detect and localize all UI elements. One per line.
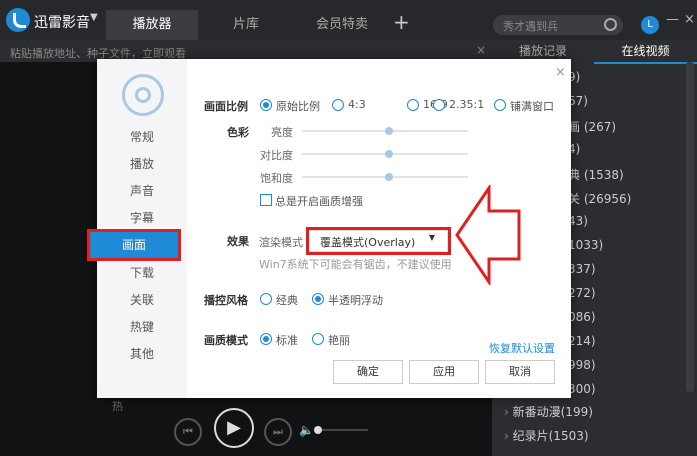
- aspect-4-3-label[interactable]: 4:3: [348, 98, 366, 111]
- search-input[interactable]: 秀才遇到兵: [493, 15, 623, 35]
- aspect-16-9-radio[interactable]: [407, 99, 419, 111]
- quality-standard-label[interactable]: 标准: [276, 332, 298, 348]
- add-tab-button[interactable]: +: [393, 10, 410, 34]
- quality-standard-radio[interactable]: [260, 333, 272, 345]
- list-item[interactable]: 998): [568, 358, 596, 372]
- tab-player[interactable]: 播放器: [106, 10, 198, 40]
- search-icon[interactable]: [604, 18, 617, 31]
- sidebar-item-other[interactable]: 其他: [97, 341, 187, 367]
- search-placeholder: 秀才遇到兵: [503, 20, 558, 33]
- list-item[interactable]: 画 (267): [568, 118, 616, 135]
- render-mode-hint: Win7系统下可能会有锯齿，不建议使用: [259, 258, 452, 271]
- app-name[interactable]: 迅雷影音: [34, 12, 90, 32]
- control-floating-radio[interactable]: [312, 293, 324, 305]
- close-window-icon[interactable]: ×: [684, 12, 695, 27]
- apply-button[interactable]: 应用: [409, 360, 479, 384]
- truncated-label: 热: [112, 400, 123, 413]
- control-style-label: 播控风格: [204, 294, 248, 307]
- list-item[interactable]: 1033): [568, 238, 603, 252]
- brightness-knob[interactable]: [385, 127, 393, 135]
- gear-icon: [122, 74, 164, 116]
- aspect-fill-radio[interactable]: [494, 99, 506, 111]
- previous-icon[interactable]: ⏮: [174, 418, 202, 446]
- clock-icon[interactable]: L: [641, 16, 659, 34]
- list-item[interactable]: 086): [568, 310, 596, 324]
- list-item[interactable]: › 新番动漫(199): [504, 403, 593, 420]
- tab-online-video[interactable]: 在线视频: [594, 40, 697, 64]
- list-item[interactable]: 272): [568, 286, 596, 300]
- render-mode-select[interactable]: 覆盖模式(Overlay) ▼: [306, 227, 451, 255]
- contrast-slider[interactable]: [302, 150, 468, 158]
- volume-slider[interactable]: [314, 426, 368, 434]
- volume-icon[interactable]: 🔈: [299, 423, 314, 437]
- sidebar-item-hotkeys[interactable]: 热键: [97, 314, 187, 340]
- sidebar-item-sound[interactable]: 声音: [97, 178, 187, 204]
- aspect-fill-label[interactable]: 铺满窗口: [510, 98, 554, 114]
- next-icon[interactable]: ⏭: [264, 418, 292, 446]
- aspect-ratio-label: 画面比例: [204, 100, 248, 113]
- list-item[interactable]: 337): [568, 262, 596, 276]
- minimize-icon[interactable]: —: [666, 12, 679, 27]
- aspect-original-radio[interactable]: [260, 99, 272, 111]
- control-floating-label[interactable]: 半透明浮动: [328, 292, 383, 308]
- aspect-2-35-label[interactable]: 2.35:1: [449, 98, 484, 111]
- tab-library[interactable]: 片库: [198, 10, 294, 40]
- sidebar-item-playback[interactable]: 播放: [97, 151, 187, 177]
- list-item[interactable]: 关 (26956): [568, 190, 631, 207]
- sidebar-item-subtitle[interactable]: 字幕: [97, 205, 187, 231]
- arrow-shape: [455, 185, 521, 285]
- quality-mode-label: 画质模式: [204, 334, 248, 347]
- color-label: 色彩: [227, 126, 249, 139]
- saturation-knob[interactable]: [385, 173, 393, 181]
- saturation-label: 饱和度: [260, 172, 293, 185]
- settings-sidebar: 常规 播放 声音 字幕 画面 下载 关联 热键 其他: [87, 59, 187, 398]
- chevron-right-icon: ›: [504, 405, 513, 419]
- chevron-right-icon: ›: [504, 429, 513, 443]
- list-item[interactable]: 典 (1538): [568, 166, 624, 183]
- list-item[interactable]: › 纪录片(1503): [504, 427, 589, 444]
- scrollbar[interactable]: [686, 62, 694, 392]
- red-arrow-annotation: [455, 185, 521, 285]
- title-bar: 迅雷影音 ▼ 播放器 片库 会员特卖 + 秀才遇到兵 L — ×: [0, 0, 697, 40]
- chevron-down-icon[interactable]: ▼: [90, 12, 98, 23]
- volume-knob[interactable]: [314, 426, 322, 434]
- control-classic-radio[interactable]: [260, 293, 272, 305]
- effect-label: 效果: [227, 235, 249, 248]
- close-icon[interactable]: ×: [476, 43, 486, 57]
- tab-vip-sale[interactable]: 会员特卖: [294, 10, 390, 40]
- brightness-slider[interactable]: [302, 127, 468, 135]
- list-item-label: 新番动漫(199): [512, 405, 593, 419]
- sidebar-item-picture[interactable]: 画面: [87, 229, 181, 261]
- enhance-label[interactable]: 总是开启画质增强: [275, 193, 363, 209]
- aspect-2-35-radio[interactable]: [433, 99, 445, 111]
- chevron-down-icon[interactable]: ▼: [429, 233, 435, 242]
- sidebar-item-association[interactable]: 关联: [97, 287, 187, 313]
- brightness-label: 亮度: [271, 126, 293, 139]
- contrast-knob[interactable]: [385, 150, 393, 158]
- cancel-button[interactable]: 取消: [485, 360, 555, 384]
- aspect-original-label[interactable]: 原始比例: [276, 98, 320, 114]
- enhance-checkbox[interactable]: [260, 194, 272, 206]
- list-item[interactable]: 300): [568, 382, 596, 396]
- render-mode-value: 覆盖模式(Overlay): [320, 236, 416, 249]
- close-icon[interactable]: ×: [555, 65, 566, 80]
- saturation-slider[interactable]: [302, 173, 468, 181]
- sidebar-item-download[interactable]: 下载: [97, 260, 187, 286]
- aspect-4-3-radio[interactable]: [332, 99, 344, 111]
- contrast-label: 对比度: [260, 149, 293, 162]
- list-item-label: 纪录片(1503): [512, 429, 589, 443]
- control-classic-label[interactable]: 经典: [276, 292, 298, 308]
- ok-button[interactable]: 确定: [333, 360, 403, 384]
- quality-vivid-radio[interactable]: [312, 333, 324, 345]
- sidebar-item-general[interactable]: 常规: [97, 124, 187, 150]
- list-item[interactable]: 214): [568, 334, 596, 348]
- quality-vivid-label[interactable]: 艳丽: [328, 332, 350, 348]
- render-mode-label: 渲染模式: [259, 236, 303, 249]
- play-icon[interactable]: ▶: [214, 408, 254, 448]
- app-logo-icon: [6, 8, 30, 32]
- restore-defaults-link[interactable]: 恢复默认设置: [489, 340, 555, 356]
